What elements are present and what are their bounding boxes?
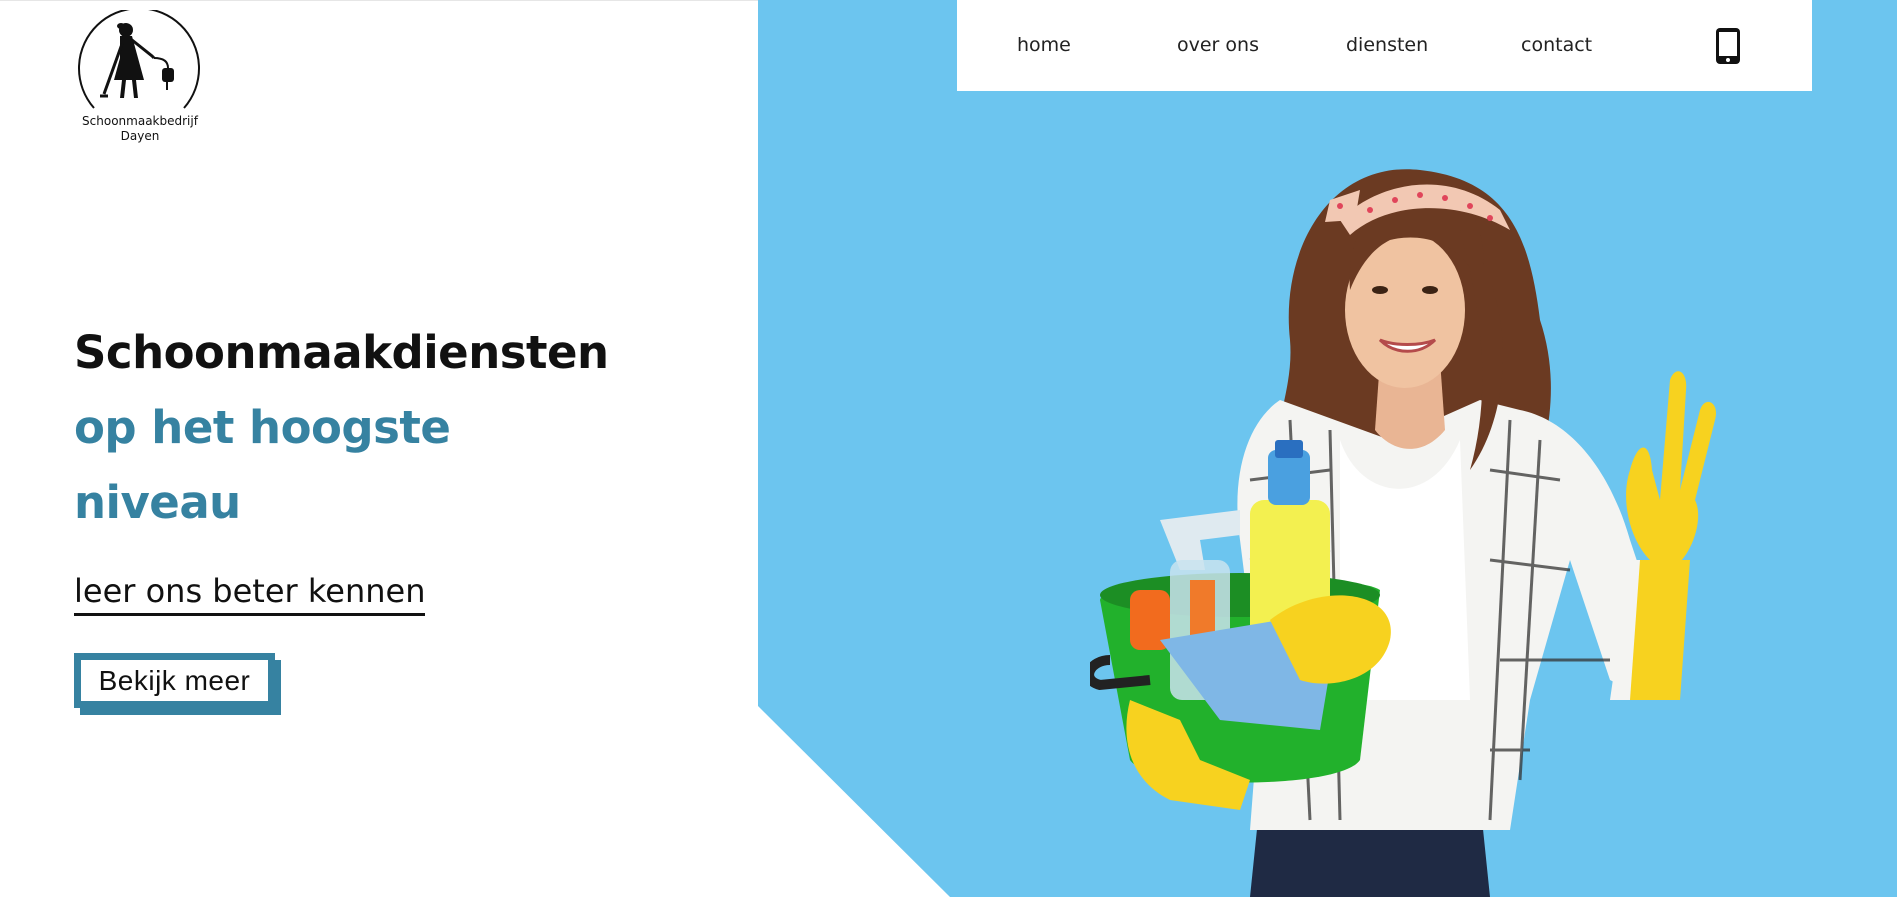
view-more-button[interactable]: Bekijk meer — [74, 653, 275, 708]
cleaning-lady-icon — [78, 10, 200, 109]
logo[interactable]: Schoonmaakbedrijf Dayen — [72, 10, 208, 150]
hero-image-cleaning-woman — [1084, 140, 1790, 897]
hero-title-line3: niveau — [74, 476, 241, 529]
mobile-phone-icon[interactable] — [1715, 27, 1741, 65]
nav-item-over-ons[interactable]: over ons — [1177, 34, 1259, 56]
page: Schoonmaakbedrijf Dayen home over ons di… — [0, 0, 1897, 897]
hero-title-line1: Schoonmaakdiensten — [74, 326, 609, 379]
hero-title: Schoonmaakdiensten op het hoogste niveau — [74, 315, 609, 540]
brand-name-line2: Dayen — [120, 129, 160, 143]
logo-text: Schoonmaakbedrijf Dayen — [72, 114, 208, 144]
top-navigation: home over ons diensten contact — [957, 0, 1812, 91]
view-more-button-wrap: Bekijk meer — [74, 653, 281, 716]
nav-item-diensten[interactable]: diensten — [1346, 34, 1428, 56]
learn-more-link[interactable]: leer ons beter kennen — [74, 570, 426, 616]
hero-title-line2: op het hoogste — [74, 401, 451, 454]
brand-name-line1: Schoonmaakbedrijf — [82, 114, 198, 128]
nav-item-home[interactable]: home — [1017, 34, 1071, 56]
nav-item-contact[interactable]: contact — [1521, 34, 1592, 56]
